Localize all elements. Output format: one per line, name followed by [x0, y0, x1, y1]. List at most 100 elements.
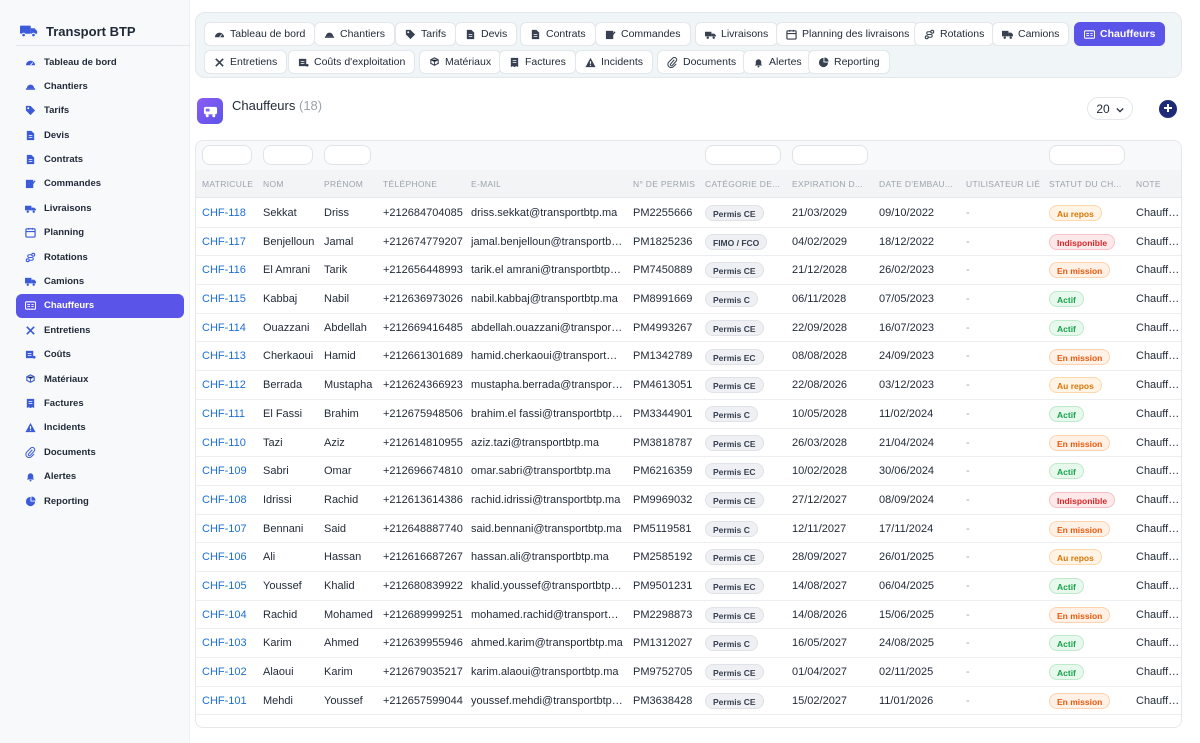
cell-matricule[interactable]: CHF-109 — [202, 457, 257, 486]
sidebar-item-alertes[interactable]: Alertes — [16, 465, 184, 489]
tab-tableau-de-bord[interactable]: Tableau de bord — [204, 22, 316, 46]
tab-chantiers[interactable]: Chantiers — [314, 22, 395, 46]
cell-matricule[interactable]: CHF-105 — [202, 572, 257, 601]
table-row[interactable]: CHF-101 Mehdi Youssef +212657599044 youssef.… — [196, 687, 1181, 716]
column-header-telephone[interactable]: TÉLÉPHONE — [383, 170, 465, 198]
tab-couts-d-exploitation[interactable]: Coûts d'exploitation — [288, 50, 416, 74]
sidebar-item-incidents[interactable]: Incidents — [16, 416, 184, 440]
column-header-categorie[interactable]: CATÉGORIE DE... — [705, 170, 785, 198]
table-row[interactable]: CHF-106 Ali Hassan +212616687267 hassan.ali@… — [196, 543, 1181, 572]
column-header-prenom[interactable]: PRÉNOM — [324, 170, 376, 198]
table-row[interactable]: CHF-111 El Fassi Brahim +212675948506 brahim… — [196, 400, 1181, 429]
filter-statut-input[interactable] — [1049, 145, 1125, 165]
sidebar-item-commandes[interactable]: Commandes — [16, 172, 184, 196]
sidebar-item-couts[interactable]: Coûts — [16, 343, 184, 367]
add-chauffeur-button[interactable] — [1159, 100, 1177, 118]
tab-rotations[interactable]: Rotations — [914, 22, 995, 46]
tab-alertes[interactable]: Alertes — [743, 50, 812, 74]
sidebar-item-documents[interactable]: Documents — [16, 440, 184, 464]
cell-matricule[interactable]: CHF-108 — [202, 486, 257, 515]
tab-incidents[interactable]: Incidents — [575, 50, 654, 74]
sidebar-item-reporting[interactable]: Reporting — [16, 489, 184, 513]
sidebar-item-camions[interactable]: Camions — [16, 270, 184, 294]
sidebar-item-chantiers[interactable]: Chantiers — [16, 74, 184, 98]
cell-matricule[interactable]: CHF-111 — [202, 400, 257, 429]
table-row[interactable]: CHF-109 Sabri Omar +212696674810 omar.sabri@… — [196, 457, 1181, 486]
table-row[interactable]: CHF-102 Alaoui Karim +212679035217 karim.ala… — [196, 658, 1181, 687]
column-header-utilisateur[interactable]: UTILISATEUR LIÉ — [966, 170, 1046, 198]
tab-chauffeurs[interactable]: Chauffeurs — [1074, 22, 1166, 46]
per-page-select[interactable]: 20 — [1087, 97, 1133, 120]
table-row[interactable]: CHF-112 Berrada Mustapha +212624366923 musta… — [196, 371, 1181, 400]
tab-livraisons[interactable]: Livraisons — [695, 22, 779, 46]
tab-tarifs[interactable]: Tarifs — [395, 22, 457, 46]
cell-matricule[interactable]: CHF-117 — [202, 228, 257, 257]
column-header-permis[interactable]: N° DE PERMIS — [633, 170, 698, 198]
tab-commandes[interactable]: Commandes — [595, 22, 691, 46]
sidebar-item-planning[interactable]: Planning — [16, 221, 184, 245]
table-row[interactable]: CHF-113 Cherkaoui Hamid +212661301689 hamid.… — [196, 342, 1181, 372]
tab-planning-des-livraisons[interactable]: Planning des livraisons — [776, 22, 920, 46]
column-header-nom[interactable]: NOM — [263, 170, 320, 198]
column-header-expiration[interactable]: EXPIRATION D... — [792, 170, 872, 198]
filter-prenom-input[interactable] — [324, 145, 371, 165]
table-row[interactable]: CHF-105 Youssef Khalid +212680839922 khalid.… — [196, 572, 1182, 601]
cell-matricule[interactable]: CHF-102 — [202, 658, 257, 687]
tab-materiaux[interactable]: Matériaux — [419, 50, 502, 74]
cell-matricule[interactable]: CHF-103 — [202, 629, 257, 658]
table-row[interactable]: CHF-107 Bennani Said +212648887740 said.benn… — [196, 515, 1181, 544]
sidebar-item-materiaux[interactable]: Matériaux — [16, 367, 184, 391]
column-header-note[interactable]: NOTE — [1136, 170, 1181, 198]
table-row[interactable]: CHF-110 Tazi Aziz +212614810955 aziz.tazi@tr… — [196, 429, 1181, 458]
cell-matricule[interactable]: CHF-118 — [202, 199, 257, 228]
tab-documents[interactable]: Documents — [657, 50, 747, 74]
sidebar-item-contrats[interactable]: Contrats — [16, 148, 184, 172]
column-header-email[interactable]: E-MAIL — [471, 170, 623, 198]
cell-matricule[interactable]: CHF-104 — [202, 601, 257, 630]
cell-matricule[interactable]: CHF-116 — [202, 256, 257, 285]
cell-matricule[interactable]: CHF-114 — [202, 314, 257, 343]
tab-contrats[interactable]: Contrats — [520, 22, 596, 46]
sidebar-item-livraisons[interactable]: Livraisons — [16, 196, 184, 220]
sidebar-item-rotations[interactable]: Rotations — [16, 245, 184, 269]
tab-factures[interactable]: Factures — [499, 50, 576, 74]
table-row[interactable]: CHF-116 El Amrani Tarik +212656448993 tarik.… — [196, 256, 1181, 286]
table-row[interactable]: CHF-108 Idrissi Rachid +212613614386 rachid.… — [196, 486, 1181, 515]
table-row[interactable]: CHF-104 Rachid Mohamed +212689999251 mohamed… — [196, 601, 1181, 630]
column-header-statut[interactable]: STATUT DU CH... — [1049, 170, 1129, 198]
order-icon — [605, 29, 616, 40]
tab-entretiens[interactable]: Entretiens — [204, 50, 288, 74]
cell-matricule[interactable]: CHF-112 — [202, 371, 257, 400]
sidebar-item-entretiens[interactable]: Entretiens — [16, 318, 184, 342]
sidebar-item-chauffeurs[interactable]: Chauffeurs — [16, 293, 184, 318]
cell-matricule[interactable]: CHF-115 — [202, 285, 257, 314]
filter-matricule-input[interactable] — [202, 145, 252, 165]
filter-expiration-input[interactable] — [792, 145, 868, 165]
sidebar-item-factures[interactable]: Factures — [16, 391, 184, 415]
route-icon — [924, 29, 935, 40]
cell-matricule[interactable]: CHF-107 — [202, 515, 257, 544]
table-row[interactable]: CHF-115 Kabbaj Nabil +212636973026 nabil.kab… — [196, 285, 1181, 314]
tab-reporting[interactable]: Reporting — [808, 50, 890, 74]
table-row[interactable]: CHF-103 Karim Ahmed +212639955946 ahmed.kari… — [196, 629, 1181, 658]
cell-categorie: Permis C — [705, 629, 785, 658]
cell-matricule[interactable]: CHF-101 — [202, 687, 257, 716]
cell-matricule[interactable]: CHF-113 — [202, 342, 257, 371]
tab-devis[interactable]: Devis — [455, 22, 518, 46]
sidebar-item-tableau-de-bord[interactable]: Tableau de bord — [16, 50, 184, 74]
table-row[interactable]: CHF-117 Benjelloun Jamal +212674779207 jamal… — [196, 228, 1181, 257]
table-row[interactable]: CHF-118 Sekkat Driss +212684704085 driss.sek… — [196, 199, 1181, 228]
cell-matricule[interactable]: CHF-110 — [202, 429, 257, 458]
filter-categorie-input[interactable] — [705, 145, 781, 165]
column-header-embauche[interactable]: DATE D'EMBAU... — [879, 170, 959, 198]
cell-matricule[interactable]: CHF-106 — [202, 543, 257, 572]
cell-note: Chauffeur — [1136, 579, 1182, 592]
brand[interactable]: Transport BTP — [20, 19, 136, 43]
tab-camions[interactable]: Camions — [992, 22, 1070, 46]
filter-nom-input[interactable] — [263, 145, 313, 165]
sidebar-item-devis[interactable]: Devis — [16, 123, 184, 147]
cell-telephone: +212614810955 — [383, 436, 463, 449]
column-header-matricule[interactable]: MATRICULE — [202, 170, 257, 198]
table-row[interactable]: CHF-114 Ouazzani Abdellah +212669416485 abde… — [196, 314, 1181, 343]
sidebar-item-tarifs[interactable]: Tarifs — [16, 99, 184, 123]
